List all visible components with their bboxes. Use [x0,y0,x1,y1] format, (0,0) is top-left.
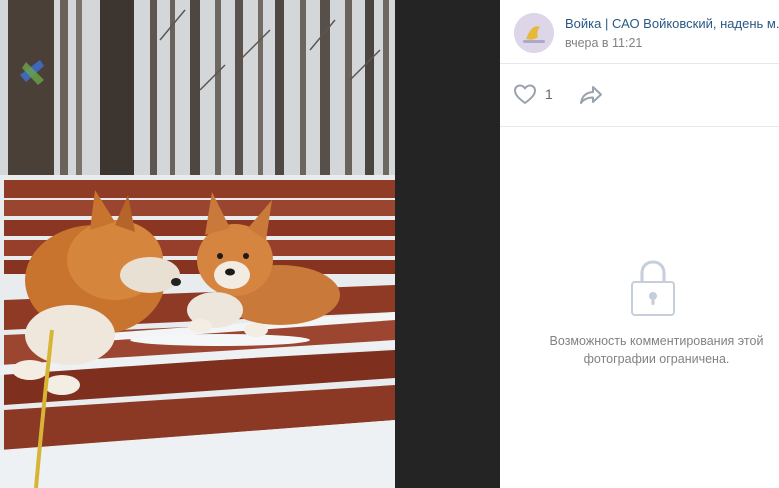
comments-disabled-line-2: фотографии ограничена. [583,352,730,366]
photo-info-panel: Войка | САО Войковский, надень м... вчер… [500,0,779,488]
like-count: 1 [545,86,553,102]
comments-disabled-text: Возможность комментирования этой фотогра… [500,332,779,368]
photo-viewer: Войка | САО Войковский, надень м... вчер… [0,0,779,488]
avatar-image [514,13,554,53]
post-author-link[interactable]: Войка | САО Войковский, надень м... [565,16,779,31]
avatar[interactable] [514,13,554,53]
share-arrow-icon [580,86,602,104]
like-button[interactable]: 1 [513,83,553,105]
post-time[interactable]: вчера в 11:21 [565,36,642,50]
post-header: Войка | САО Войковский, надень м... вчер… [500,0,779,64]
lock-icon [631,260,675,316]
comments-disabled-line-1: Возможность комментирования этой [549,334,764,348]
heart-outline-icon [514,84,536,104]
share-button[interactable] [579,85,603,110]
photo-image [0,0,395,488]
photo[interactable] [0,0,395,488]
post-actions: 1 [500,64,779,127]
viewer-gap [395,0,500,488]
comments-disabled-notice: Возможность комментирования этой фотогра… [500,258,779,368]
